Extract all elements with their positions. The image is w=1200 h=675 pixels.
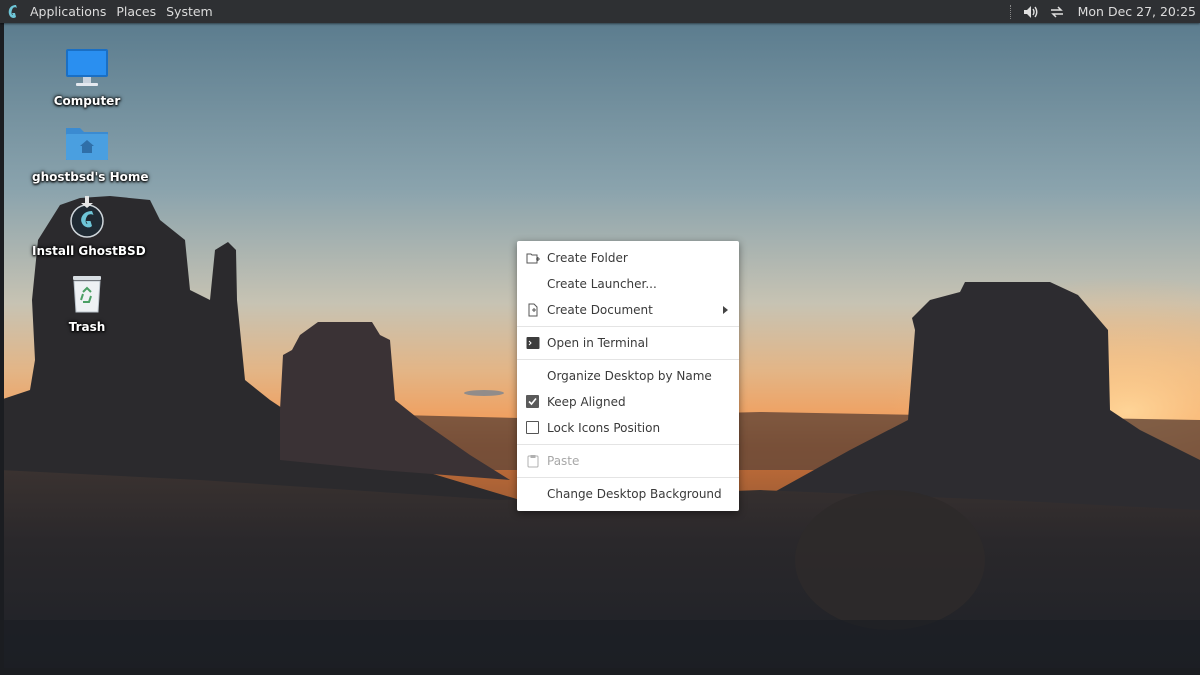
home-folder-icon: [66, 128, 108, 160]
menu-separator: [517, 326, 739, 327]
menu-separator: [517, 477, 739, 478]
menu-item-label: Lock Icons Position: [547, 421, 661, 435]
tray-separator: [1009, 4, 1012, 19]
menu-item-label: Create Launcher...: [547, 277, 657, 291]
system-tray: Mon Dec 27, 20:25: [1004, 0, 1200, 23]
checkbox-unchecked-icon[interactable]: [526, 421, 539, 434]
menu-item-label: Open in Terminal: [547, 336, 649, 350]
desktop-icon-install-ghostbsd[interactable]: Install GhostBSD: [32, 194, 146, 258]
menu-item-open-terminal[interactable]: Open in Terminal: [517, 330, 739, 356]
desktop-icon-computer[interactable]: Computer: [32, 44, 142, 108]
panel-clock[interactable]: Mon Dec 27, 20:25: [1078, 4, 1196, 19]
top-panel: Applications Places System Mon Dec 27, 2…: [0, 0, 1200, 23]
menu-item-create-document[interactable]: Create Document: [517, 297, 739, 323]
volume-icon[interactable]: [1022, 3, 1040, 21]
menu-item-lock-icons-position[interactable]: Lock Icons Position: [517, 415, 739, 441]
new-folder-icon: [526, 253, 540, 264]
menu-item-label: Organize Desktop by Name: [547, 369, 712, 383]
desktop-icon-trash[interactable]: Trash: [32, 270, 142, 334]
desktop-icon-label: ghostbsd's Home: [32, 170, 149, 184]
menu-item-paste: Paste: [517, 448, 739, 474]
ghostbsd-logo-icon[interactable]: [0, 0, 26, 23]
desktop-icon-label: Trash: [68, 320, 106, 334]
monitor-icon: [66, 49, 108, 86]
terminal-icon: [526, 337, 540, 349]
menu-item-create-folder[interactable]: Create Folder: [517, 245, 739, 271]
submenu-arrow-icon: [723, 306, 728, 314]
menu-separator: [517, 359, 739, 360]
desktop-context-menu: Create Folder Create Launcher... Create …: [517, 241, 739, 511]
trash-icon: [73, 276, 101, 313]
menu-item-label: Change Desktop Background: [547, 487, 722, 501]
menu-item-label: Create Folder: [547, 251, 628, 265]
menu-system[interactable]: System: [162, 4, 217, 19]
desktop-icon-label: Computer: [53, 94, 121, 108]
menu-item-label: Paste: [547, 454, 580, 468]
menu-item-label: Keep Aligned: [547, 395, 626, 409]
menu-item-organize-desktop[interactable]: Organize Desktop by Name: [517, 363, 739, 389]
network-transfer-icon[interactable]: [1048, 3, 1066, 21]
menu-item-create-launcher[interactable]: Create Launcher...: [517, 271, 739, 297]
menu-separator: [517, 444, 739, 445]
menu-places[interactable]: Places: [112, 4, 160, 19]
checkbox-checked-icon[interactable]: [526, 395, 539, 408]
installer-icon: [70, 196, 104, 238]
desktop-icon-label: Install GhostBSD: [32, 244, 146, 258]
menu-item-keep-aligned[interactable]: Keep Aligned: [517, 389, 739, 415]
desktop-icon-home[interactable]: ghostbsd's Home: [32, 120, 149, 184]
menu-applications[interactable]: Applications: [26, 4, 110, 19]
menu-item-change-background[interactable]: Change Desktop Background: [517, 481, 739, 507]
paste-icon: [527, 455, 539, 468]
menu-item-label: Create Document: [547, 303, 653, 317]
new-document-icon: [528, 303, 538, 317]
